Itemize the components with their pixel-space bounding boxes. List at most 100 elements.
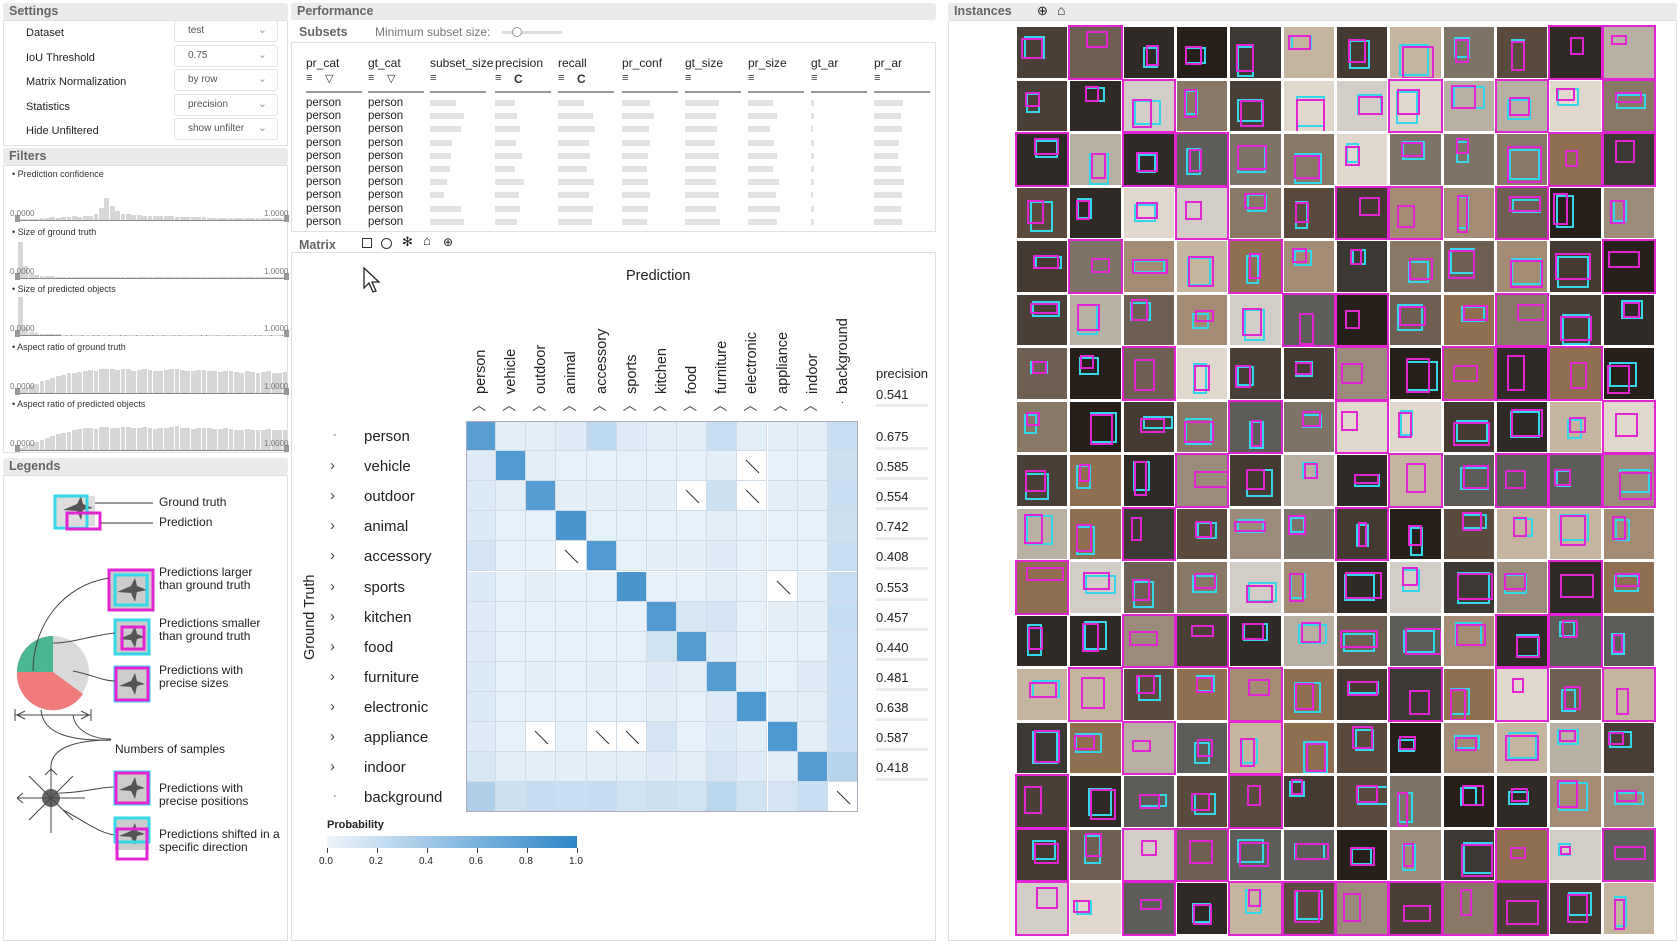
instance-thumbnail[interactable] bbox=[1548, 25, 1603, 80]
column-header-outdoor[interactable]: outdoor bbox=[533, 345, 549, 394]
instance-thumbnail[interactable] bbox=[1176, 241, 1228, 292]
instance-thumbnail[interactable] bbox=[1390, 401, 1441, 453]
instance-thumbnail[interactable] bbox=[1230, 134, 1281, 185]
instance-thumbnail[interactable] bbox=[1336, 829, 1388, 881]
table-header-precision[interactable]: precision bbox=[495, 56, 543, 70]
instance-thumbnail[interactable] bbox=[1123, 401, 1174, 453]
instance-thumbnail[interactable] bbox=[1496, 776, 1548, 827]
instance-thumbnail[interactable] bbox=[1443, 562, 1494, 613]
instance-thumbnail[interactable] bbox=[1601, 453, 1656, 508]
instance-thumbnail[interactable] bbox=[1283, 134, 1334, 185]
instance-thumbnail[interactable] bbox=[1176, 562, 1228, 613]
instance-thumbnail[interactable] bbox=[1388, 667, 1443, 722]
instance-thumbnail[interactable] bbox=[1388, 453, 1443, 508]
row-header-outdoor[interactable]: outdoor bbox=[364, 488, 415, 505]
filter-histogram-4[interactable] bbox=[18, 411, 288, 451]
instance-thumbnail[interactable] bbox=[1494, 78, 1550, 134]
instance-thumbnail[interactable] bbox=[1017, 455, 1068, 506]
column-header-background[interactable]: background bbox=[835, 318, 851, 394]
instance-thumbnail[interactable] bbox=[1070, 883, 1121, 934]
instance-thumbnail[interactable] bbox=[1068, 239, 1123, 294]
instance-thumbnail[interactable] bbox=[1388, 881, 1443, 936]
expand-up-icon[interactable]: ︿ bbox=[472, 395, 486, 415]
filter-histogram-0[interactable] bbox=[18, 181, 288, 221]
instance-thumbnail[interactable] bbox=[1441, 881, 1496, 936]
instance-thumbnail[interactable] bbox=[1281, 292, 1336, 348]
row-header-vehicle[interactable]: vehicle bbox=[364, 458, 411, 475]
instance-thumbnail[interactable] bbox=[1336, 562, 1388, 613]
home-icon[interactable]: ⌂ bbox=[423, 233, 431, 248]
sort-icon[interactable]: ≡ bbox=[685, 72, 691, 84]
instance-thumbnail[interactable] bbox=[1494, 667, 1550, 722]
instance-thumbnail[interactable] bbox=[1601, 667, 1656, 722]
instance-thumbnail[interactable] bbox=[1443, 401, 1494, 453]
table-header-pr_size[interactable]: pr_size bbox=[748, 56, 787, 70]
instance-thumbnail[interactable] bbox=[1496, 134, 1548, 185]
expand-right-icon[interactable]: › bbox=[330, 698, 335, 715]
instance-thumbnail[interactable] bbox=[1496, 241, 1548, 292]
instance-thumbnail[interactable] bbox=[1336, 669, 1388, 720]
filter-histogram-2[interactable] bbox=[18, 296, 288, 336]
instance-thumbnail[interactable] bbox=[1283, 241, 1334, 292]
square-select-icon[interactable] bbox=[362, 238, 372, 248]
row-header-sports[interactable]: sports bbox=[364, 579, 405, 596]
instance-thumbnail[interactable] bbox=[1336, 615, 1388, 667]
expand-right-icon[interactable]: › bbox=[330, 517, 335, 534]
instance-thumbnail[interactable] bbox=[1283, 27, 1334, 78]
instance-thumbnail[interactable] bbox=[1230, 80, 1281, 132]
row-header-accessory[interactable]: accessory bbox=[364, 548, 432, 565]
instance-thumbnail[interactable] bbox=[1550, 722, 1601, 774]
table-header-gt_size[interactable]: gt_size bbox=[685, 56, 723, 70]
instance-thumbnail[interactable] bbox=[1496, 562, 1548, 613]
expand-up-icon[interactable]: ︿ bbox=[804, 395, 818, 415]
instance-thumbnail[interactable] bbox=[1017, 348, 1068, 399]
instance-thumbnail[interactable] bbox=[1228, 239, 1283, 294]
setting-select-3[interactable]: precision ⌄ bbox=[174, 93, 278, 116]
expand-right-icon[interactable]: › bbox=[330, 758, 335, 775]
instance-thumbnail[interactable] bbox=[1334, 399, 1390, 455]
instance-thumbnail[interactable] bbox=[1070, 348, 1121, 399]
instance-thumbnail[interactable] bbox=[1123, 27, 1174, 78]
expand-right-icon[interactable]: › bbox=[330, 578, 335, 595]
table-header-pr_cat[interactable]: pr_cat bbox=[306, 56, 339, 70]
instance-thumbnail[interactable] bbox=[1443, 241, 1494, 292]
instance-thumbnail[interactable] bbox=[1441, 346, 1496, 401]
instance-thumbnail[interactable] bbox=[1336, 776, 1388, 827]
instance-thumbnail[interactable] bbox=[1281, 881, 1336, 936]
column-header-person[interactable]: person bbox=[473, 350, 489, 394]
instance-thumbnail[interactable] bbox=[1230, 348, 1281, 399]
expand-up-icon[interactable]: ︿ bbox=[774, 395, 788, 415]
instance-thumbnail[interactable] bbox=[1443, 187, 1494, 239]
instance-thumbnail[interactable] bbox=[1070, 776, 1121, 827]
expand-right-icon[interactable]: › bbox=[330, 668, 335, 685]
instance-thumbnail[interactable] bbox=[1390, 615, 1441, 667]
instance-thumbnail[interactable] bbox=[1014, 827, 1070, 883]
table-header-pr_conf[interactable]: pr_conf bbox=[622, 56, 662, 70]
column-header-vehicle[interactable]: vehicle bbox=[503, 349, 519, 394]
instance-thumbnail[interactable] bbox=[1336, 134, 1388, 185]
instance-thumbnail[interactable] bbox=[1176, 722, 1228, 774]
instance-thumbnail[interactable] bbox=[1443, 615, 1494, 667]
instance-thumbnail[interactable] bbox=[1176, 401, 1228, 453]
row-header-food[interactable]: food bbox=[364, 639, 393, 656]
instance-thumbnail[interactable] bbox=[1123, 187, 1174, 239]
instance-thumbnail[interactable] bbox=[1494, 292, 1550, 348]
instance-thumbnail[interactable] bbox=[1070, 134, 1121, 185]
instance-thumbnail[interactable] bbox=[1336, 241, 1388, 292]
instance-thumbnail[interactable] bbox=[1283, 455, 1334, 506]
zoom-icon[interactable]: ⊕ bbox=[443, 235, 453, 249]
instance-thumbnail[interactable] bbox=[1174, 132, 1230, 187]
instance-thumbnail[interactable] bbox=[1123, 294, 1174, 346]
instance-thumbnail[interactable] bbox=[1601, 132, 1656, 187]
instance-thumbnail[interactable] bbox=[1174, 453, 1230, 508]
filter-icon[interactable]: ▽ bbox=[325, 72, 333, 85]
table-header-subset_size[interactable]: subset_size bbox=[430, 56, 493, 70]
instance-thumbnail[interactable] bbox=[1548, 453, 1603, 508]
instance-thumbnail[interactable] bbox=[1174, 185, 1230, 241]
instance-thumbnail[interactable] bbox=[1603, 722, 1654, 774]
instance-thumbnail[interactable] bbox=[1283, 401, 1334, 453]
instance-thumbnail[interactable] bbox=[1121, 827, 1176, 883]
instance-thumbnail[interactable] bbox=[1070, 455, 1121, 506]
instance-thumbnail[interactable] bbox=[1334, 292, 1390, 348]
instance-thumbnail[interactable] bbox=[1550, 241, 1601, 292]
